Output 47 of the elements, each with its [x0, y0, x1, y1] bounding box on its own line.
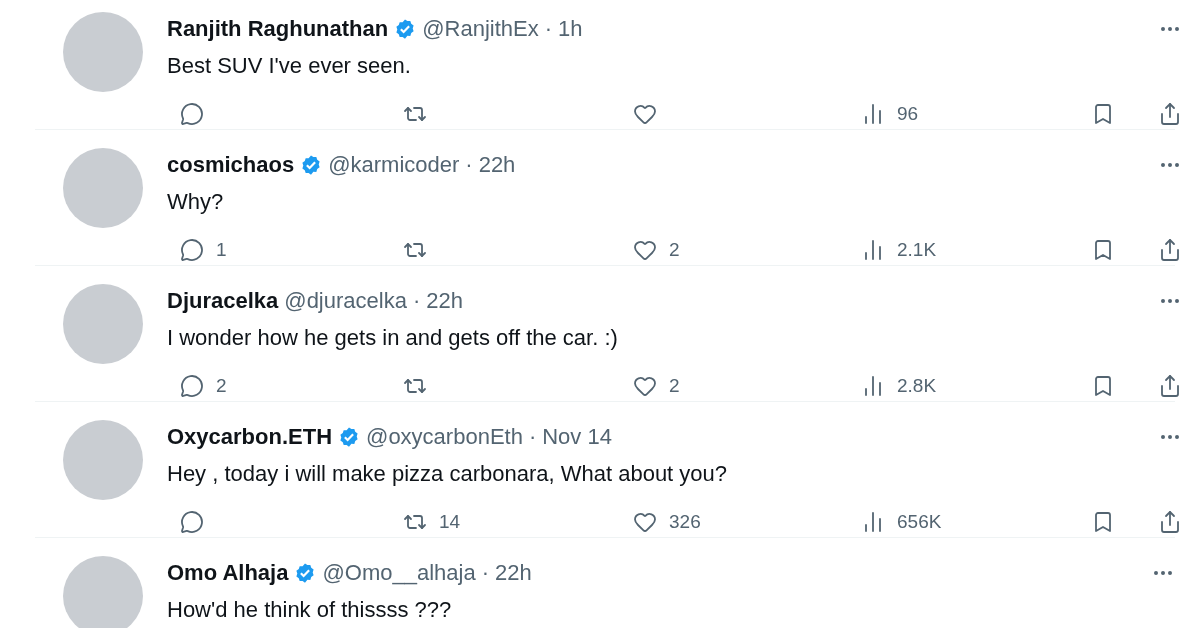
separator-dot: ·: [481, 559, 489, 587]
timestamp[interactable]: 22h: [426, 284, 463, 317]
reply-text: How'd he think of thissss ???: [167, 596, 453, 624]
repost-count: 14: [439, 510, 461, 534]
timestamp[interactable]: Nov 14: [542, 420, 612, 453]
share-icon[interactable]: [1158, 510, 1182, 535]
share-icon[interactable]: [1158, 374, 1182, 399]
separator-dot: ·: [544, 15, 553, 43]
view-count: 96: [897, 102, 919, 126]
like-icon[interactable]: [633, 238, 657, 263]
reply-icon[interactable]: [180, 510, 204, 535]
reply-text: Hey , today i will make pizza carbonara, What about you?: [167, 460, 729, 488]
reply-icon[interactable]: [180, 238, 204, 263]
like-icon[interactable]: [633, 374, 657, 399]
like-count: 326: [669, 510, 701, 534]
view-count: 2.8K: [897, 374, 937, 398]
reply-count: 2: [216, 374, 227, 398]
reply-icon[interactable]: [180, 102, 204, 127]
separator-dot: ·: [528, 423, 537, 451]
reply-text: Best SUV I've ever seen.: [167, 52, 412, 80]
display-name[interactable]: Ranjith Raghunathan: [167, 12, 389, 45]
like-count: 2: [669, 374, 680, 398]
reply-text: Why?: [167, 188, 225, 216]
separator-dot: ·: [465, 151, 473, 179]
display-name[interactable]: cosmichaos: [167, 148, 295, 181]
display-name[interactable]: Omo Alhaja: [167, 556, 289, 589]
reply-count: 1: [216, 238, 227, 262]
reply-icon[interactable]: [180, 374, 204, 399]
view-count: 656K: [897, 510, 942, 534]
handle[interactable]: @Omo__alhaja: [322, 556, 476, 589]
view-count: 2.1K: [897, 238, 937, 262]
separator-dot: ·: [412, 287, 421, 315]
timestamp[interactable]: 22h: [494, 556, 532, 589]
handle[interactable]: @djuracelka: [284, 284, 407, 317]
reply-text: I wonder how he gets in and gets off the car. :): [167, 324, 619, 352]
like-icon[interactable]: [633, 510, 657, 535]
handle[interactable]: @RanjithEx: [422, 12, 539, 45]
share-icon[interactable]: [1158, 102, 1182, 127]
display-name[interactable]: Djuracelka: [167, 284, 279, 317]
like-icon[interactable]: [633, 102, 657, 127]
timestamp[interactable]: 22h: [478, 148, 516, 181]
like-count: 2: [669, 238, 680, 262]
display-name[interactable]: Oxycarbon.ETH: [167, 420, 333, 453]
handle[interactable]: @oxycarbonEth: [366, 420, 523, 453]
share-icon[interactable]: [1158, 238, 1182, 263]
handle[interactable]: @karmicoder: [328, 148, 460, 181]
timestamp[interactable]: 1h: [558, 12, 583, 45]
